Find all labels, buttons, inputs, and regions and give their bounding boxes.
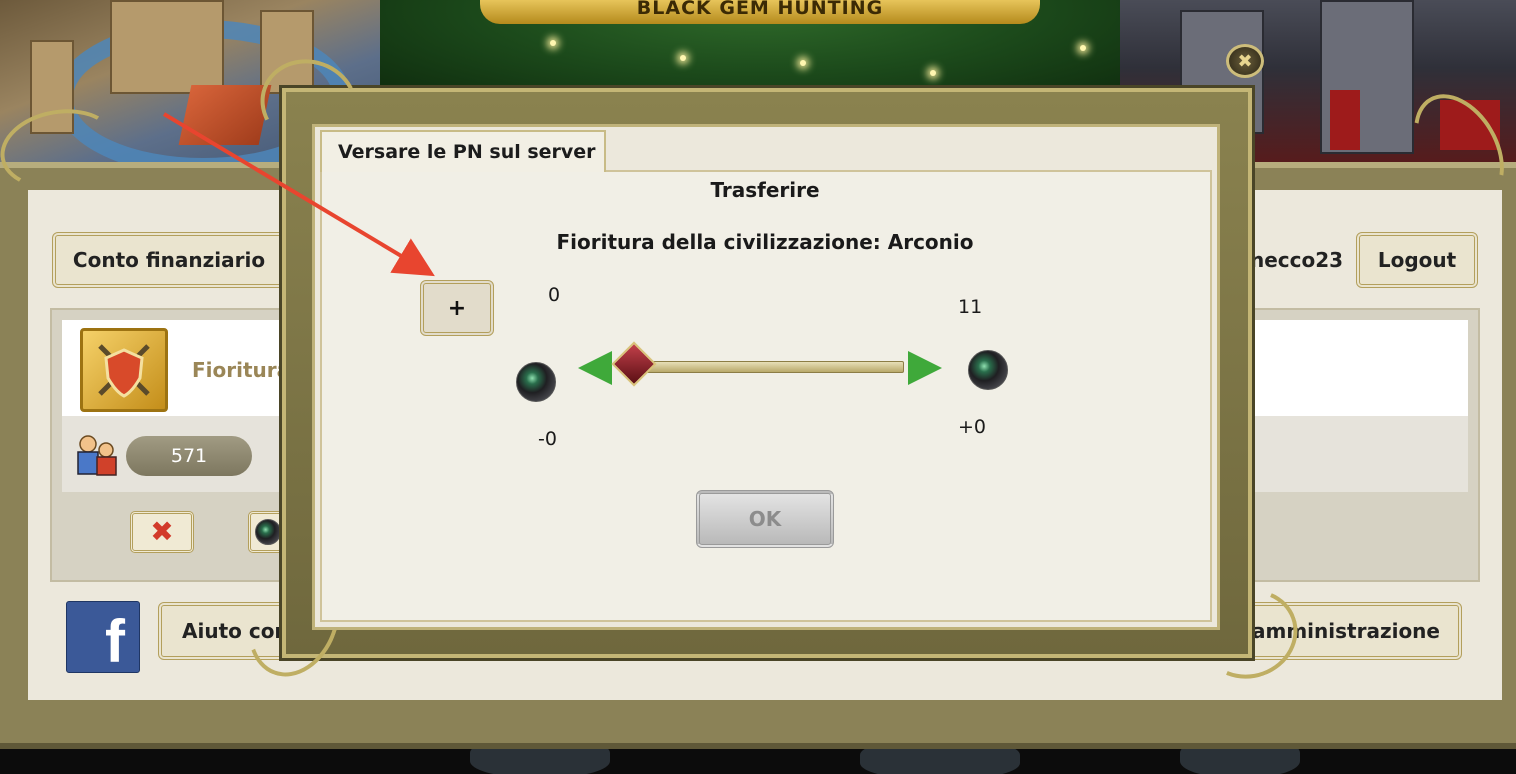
castle-door [1330,90,1360,150]
ok-button[interactable]: OK [696,490,834,548]
modal-subheading: Fioritura della civilizzazione: Arconio [556,230,974,254]
facebook-icon[interactable]: f [66,601,140,673]
people-icon [72,432,120,476]
sparkle [550,40,556,46]
right-delta: +0 [958,416,987,438]
cancel-button[interactable]: ✖ [130,511,194,553]
sparkle [930,70,936,76]
house-roof-artwork [178,85,272,145]
emblem-shield-pickaxe-icon [80,328,168,412]
left-amount: 0 [548,284,561,306]
gem-icon [516,362,556,402]
game-title-banner: BLACK GEM HUNTING [480,0,1040,24]
tab-transfer[interactable]: Versare le PN sul server [320,130,606,172]
sparkle [800,60,806,66]
left-delta: -0 [538,428,557,450]
cancel-x-icon: ✖ [150,515,174,548]
gem-icon [255,519,281,545]
close-icon: ✖ [1237,50,1253,72]
logout-button[interactable]: Logout [1356,232,1478,288]
card-title: Fioritura [192,358,291,382]
account-button[interactable]: Conto finanziario [52,232,286,288]
castle-wall [110,0,224,94]
username-label: necco23 [1250,248,1344,272]
population-value: 571 [126,436,252,476]
right-amount: 11 [958,296,983,318]
slider-decrease-arrow[interactable] [578,351,612,385]
close-button[interactable]: ✖ [1226,44,1264,78]
slider-increase-arrow[interactable] [908,351,942,385]
modal-heading: Trasferire [710,178,820,202]
transfer-slider[interactable] [640,361,904,373]
gem-icon [968,350,1008,390]
sparkle [680,55,686,61]
plus-button[interactable]: + [420,280,494,336]
sparkle [1080,45,1086,51]
